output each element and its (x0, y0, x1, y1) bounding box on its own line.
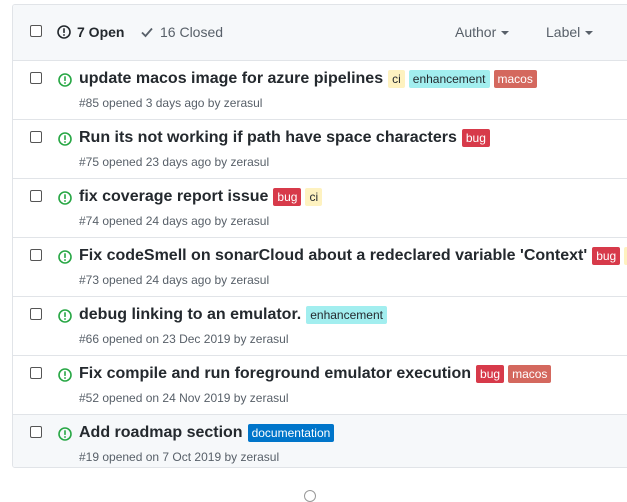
label-bug[interactable]: bug (476, 365, 505, 383)
label-enhancement[interactable]: enhancement (306, 306, 387, 324)
label-bug[interactable]: bug (273, 188, 302, 206)
closed-count-label: 16 Closed (160, 24, 224, 40)
issue-row: update macos image for azure pipelines ci… (13, 61, 627, 120)
issue-opened-icon (58, 191, 72, 210)
chevron-down-icon (501, 31, 510, 35)
issue-title-link[interactable]: Add roadmap section (79, 424, 243, 442)
issue-title-link[interactable]: Fix compile and run foreground emulator … (79, 365, 471, 383)
issue-title-line: Run its not working if path have space c… (79, 129, 494, 147)
issue-title-line: Fix codeSmell on sonarCloud about a rede… (79, 247, 627, 265)
select-all-checkbox[interactable] (30, 25, 42, 37)
issue-row: fix coverage report issue bug ci #74 opened… (13, 179, 627, 238)
label-ci[interactable]: ci (388, 70, 405, 88)
issue-checkbox[interactable] (30, 72, 42, 84)
issue-meta: #85 opened 3 days ago by zerasul (79, 96, 263, 110)
loading-spinner-icon (304, 490, 316, 502)
issue-row: Fix codeSmell on sonarCloud about a rede… (13, 238, 627, 297)
open-issues-tab[interactable]: 7 Open (57, 24, 124, 40)
issues-list-header: 7 Open 16 Closed Author Label (13, 5, 627, 61)
issue-row: Fix compile and run foreground emulator … (13, 356, 627, 415)
label-filter-label: Label (546, 24, 581, 40)
issue-title-link[interactable]: update macos image for azure pipelines (79, 70, 383, 88)
issue-opened-icon (58, 250, 72, 269)
issue-title-link[interactable]: fix coverage report issue (79, 188, 268, 206)
issue-title-line: fix coverage report issue bug ci (79, 188, 326, 206)
issue-title-link[interactable]: Fix codeSmell on sonarCloud about a rede… (79, 247, 587, 265)
label-enhancement[interactable]: enhancement (408, 70, 490, 88)
issue-row: debug linking to an emulator. enhancement… (13, 297, 627, 356)
issue-meta: #52 opened on 24 Nov 2019 by zerasul (79, 391, 289, 405)
issue-checkbox[interactable] (30, 367, 42, 379)
closed-issues-tab[interactable]: 16 Closed (140, 24, 223, 40)
open-count-label: 7 Open (77, 24, 125, 40)
issue-meta: #66 opened on 23 Dec 2019 by zerasul (79, 332, 289, 346)
issue-opened-icon (58, 73, 72, 92)
check-icon (141, 27, 153, 38)
issue-checkbox[interactable] (30, 249, 42, 261)
issue-checkbox[interactable] (30, 190, 42, 202)
issues-list: update macos image for azure pipelines ci… (13, 61, 627, 467)
issue-row: Run its not working if path have space c… (13, 120, 627, 179)
issue-opened-icon (58, 427, 72, 446)
issue-title-line: debug linking to an emulator. enhancement (79, 306, 391, 324)
issue-checkbox[interactable] (30, 308, 42, 320)
label-macos[interactable]: macos (508, 365, 552, 383)
issue-meta: #19 opened on 7 Oct 2019 by zerasul (79, 450, 280, 464)
issue-opened-icon (58, 132, 72, 151)
issue-checkbox[interactable] (30, 131, 42, 143)
issue-row: Add roadmap section documentation #19 open… (13, 415, 627, 467)
issue-title-line: Add roadmap section documentation (79, 424, 338, 442)
author-filter-label: Author (455, 24, 497, 40)
chevron-down-icon (585, 31, 594, 35)
label-ci[interactable]: ci (305, 188, 323, 206)
issue-title-link[interactable]: debug linking to an emulator. (79, 306, 301, 324)
issue-title-line: update macos image for azure pipelines ci… (79, 70, 541, 88)
issue-title-line: Fix compile and run foreground emulator … (79, 365, 555, 383)
label-documentation[interactable]: documentation (247, 424, 335, 442)
issue-meta: #74 opened 24 days ago by zerasul (79, 214, 270, 228)
issue-opened-icon (57, 25, 71, 39)
issue-checkbox[interactable] (30, 426, 42, 438)
label-macos[interactable]: macos (493, 70, 537, 88)
issue-meta: #75 opened 23 days ago by zerasul (79, 155, 270, 169)
issue-title-link[interactable]: Run its not working if path have space c… (79, 129, 457, 147)
author-filter-dropdown[interactable]: Author (455, 24, 510, 40)
issues-list-box: 7 Open 16 Closed Author Label update mac… (12, 4, 627, 468)
label-bug[interactable]: bug (592, 247, 621, 265)
label-bug[interactable]: bug (461, 129, 490, 147)
label-filter-dropdown[interactable]: Label (546, 24, 594, 40)
issue-meta: #73 opened 24 days ago by zerasul (79, 273, 270, 287)
issue-opened-icon (58, 309, 72, 328)
issue-opened-icon (58, 368, 72, 387)
